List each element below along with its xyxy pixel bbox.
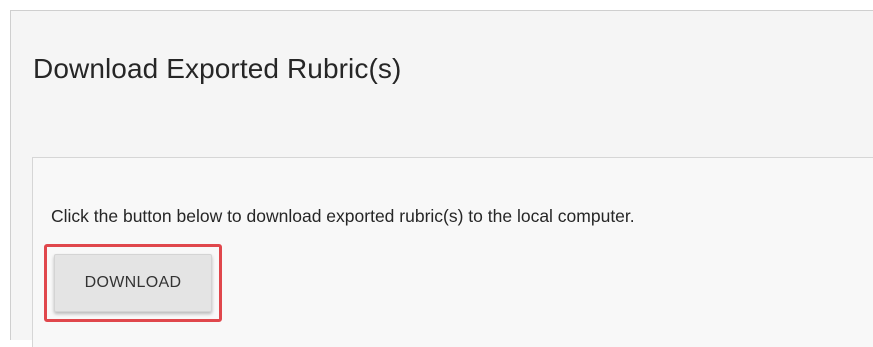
instruction-text: Click the button below to download expor… [51, 206, 635, 226]
highlight-box: DOWNLOAD [44, 244, 222, 322]
content-panel: Click the button below to download expor… [32, 157, 873, 347]
download-dialog: Download Exported Rubric(s) Click the bu… [10, 10, 873, 347]
download-button[interactable]: DOWNLOAD [54, 254, 212, 312]
page-title: Download Exported Rubric(s) [33, 53, 402, 84]
